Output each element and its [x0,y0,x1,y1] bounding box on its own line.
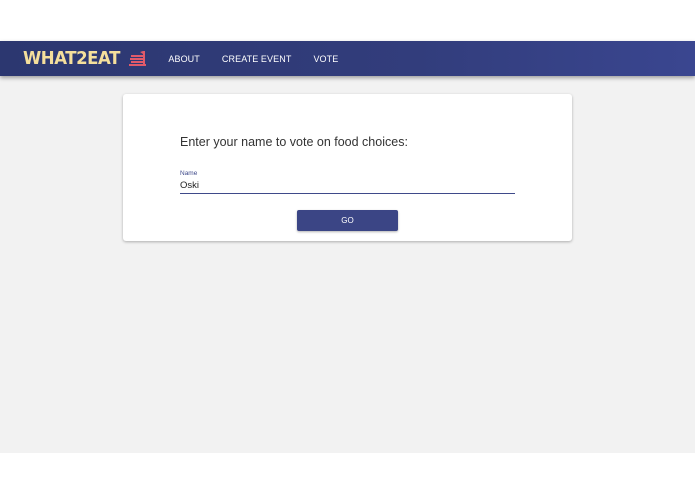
app-bar: WHAT2EAT ABOUT CREATE EVENT VOTE [0,41,695,76]
go-button[interactable]: GO [297,210,398,231]
name-field-label: Name [180,170,198,177]
nav-vote[interactable]: VOTE [313,54,338,64]
nav-about[interactable]: ABOUT [168,54,200,64]
page: WHAT2EAT ABOUT CREATE EVENT VOTE Enter y… [0,0,695,494]
vote-login-card: Enter your name to vote on food choices:… [123,94,572,241]
main-nav: ABOUT CREATE EVENT VOTE [168,54,360,64]
main-content: Enter your name to vote on food choices:… [0,76,695,453]
brand-logo[interactable]: WHAT2EAT [23,48,148,69]
brand-name: WHAT2EAT [23,48,120,69]
card-prompt: Enter your name to vote on food choices: [180,135,408,149]
food-stack-icon [129,50,147,66]
name-field: Name [180,170,515,194]
name-input[interactable] [180,179,515,194]
nav-create-event[interactable]: CREATE EVENT [222,54,292,64]
